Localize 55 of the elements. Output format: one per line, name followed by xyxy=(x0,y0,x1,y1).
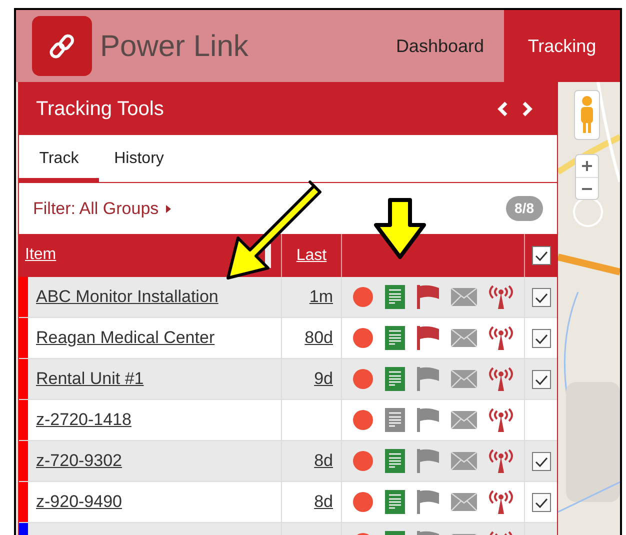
last-time-link[interactable]: 8d xyxy=(314,489,333,515)
checkbox[interactable] xyxy=(532,246,550,265)
status-dot-icon[interactable] xyxy=(352,491,374,513)
antenna-icon[interactable] xyxy=(488,408,514,432)
item-link[interactable]: Reagan Medical Center xyxy=(36,325,215,351)
checkbox[interactable] xyxy=(532,452,550,470)
antenna-icon[interactable] xyxy=(488,285,514,309)
last-time-link[interactable]: 1m xyxy=(309,284,333,310)
next-icon[interactable] xyxy=(520,100,534,116)
nav-tab[interactable]: Dashboard xyxy=(376,10,504,82)
app-name: Power Link xyxy=(100,28,248,64)
document-icon[interactable] xyxy=(385,408,406,432)
checkbox[interactable] xyxy=(532,328,550,348)
last-time-link[interactable]: 8d xyxy=(314,448,333,474)
column-header[interactable]: Item xyxy=(25,243,56,267)
status-dot-icon[interactable] xyxy=(352,327,374,349)
item-link[interactable]: z-720-9302 xyxy=(36,448,122,474)
tab[interactable]: History xyxy=(99,135,179,182)
count-badge: 8/8 xyxy=(506,196,543,221)
document-icon[interactable] xyxy=(385,367,406,391)
last-time-link[interactable]: 9d xyxy=(314,366,333,392)
antenna-icon[interactable] xyxy=(488,449,514,473)
item-link[interactable]: z-2720-1418 xyxy=(36,407,132,433)
document-icon[interactable] xyxy=(385,285,406,309)
antenna-icon[interactable] xyxy=(488,367,514,391)
nav-tab[interactable]: Tracking xyxy=(504,10,620,82)
document-icon[interactable] xyxy=(385,449,406,473)
tab[interactable]: Track xyxy=(19,135,99,182)
flag-icon[interactable] xyxy=(416,367,439,391)
previous-icon[interactable] xyxy=(496,100,510,116)
status-dot-icon[interactable] xyxy=(352,368,374,390)
annotation-arrow xyxy=(372,197,428,261)
flag-icon[interactable] xyxy=(416,490,439,514)
item-link[interactable]: Rental Unit #1 xyxy=(36,366,144,392)
document-icon[interactable] xyxy=(385,490,406,514)
document-icon[interactable] xyxy=(385,326,406,350)
checkbox[interactable] xyxy=(532,288,550,306)
antenna-icon[interactable] xyxy=(488,490,514,514)
antenna-icon[interactable] xyxy=(488,326,514,350)
checkbox[interactable] xyxy=(532,492,550,512)
status-dot-icon[interactable] xyxy=(352,286,374,308)
app-logo-icon xyxy=(32,16,92,76)
panel-title: Tracking Tools xyxy=(36,96,164,122)
status-dot-icon[interactable] xyxy=(352,409,374,431)
flag-icon[interactable] xyxy=(416,449,439,473)
flag-icon[interactable] xyxy=(416,408,439,432)
flag-icon[interactable] xyxy=(416,326,439,350)
last-time-link[interactable]: 80d xyxy=(304,325,333,351)
item-link[interactable]: ABC Monitor Installation xyxy=(36,284,218,310)
filter-link[interactable]: Filter: All Groups xyxy=(33,196,173,222)
status-dot-icon[interactable] xyxy=(352,450,374,472)
column-header[interactable]: Last xyxy=(296,244,327,268)
flag-icon[interactable] xyxy=(416,285,439,309)
item-link[interactable]: z-920-9490 xyxy=(36,489,122,515)
checkbox[interactable] xyxy=(532,370,550,388)
